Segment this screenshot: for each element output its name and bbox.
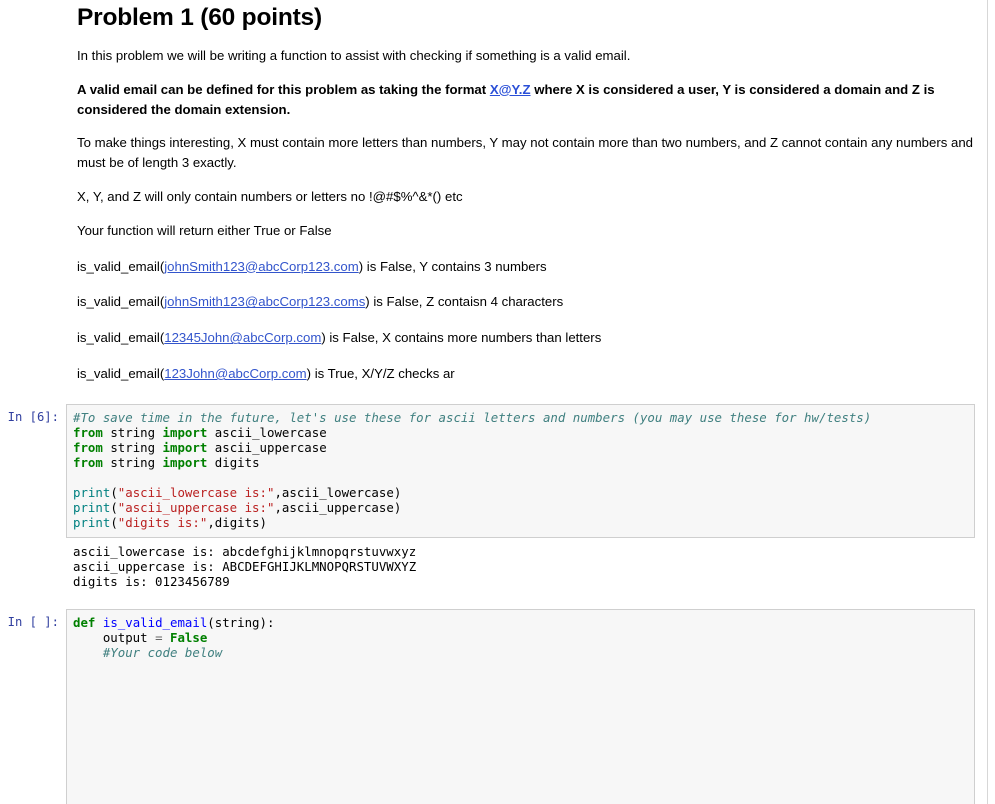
intro-paragraph: In this problem we will be writing a fun… bbox=[77, 48, 631, 63]
string-literal: "ascii_uppercase is:" bbox=[117, 500, 275, 516]
code-comment: #Your code below bbox=[102, 644, 223, 660]
keyword-from: from bbox=[73, 455, 103, 471]
module-name: string bbox=[110, 455, 156, 471]
page-title: Problem 1 (60 points) bbox=[77, 4, 322, 31]
keyword-import: import bbox=[162, 455, 208, 471]
code-line: print("ascii_lowercase is:",ascii_lowerc… bbox=[73, 485, 402, 501]
code-cell-1[interactable]: In [6]: #To save time in the future, let… bbox=[0, 403, 987, 538]
variable-output: output bbox=[102, 629, 148, 645]
example-email-link[interactable]: johnSmith123@abcCorp123.com bbox=[164, 259, 358, 274]
identifier: ascii_uppercase bbox=[281, 500, 394, 516]
imported-name: ascii_uppercase bbox=[214, 439, 327, 455]
return-rule-paragraph: Your function will return either True or… bbox=[77, 222, 332, 238]
definition-paragraph: A valid email can be defined for this pr… bbox=[77, 80, 973, 120]
code-line: print("ascii_uppercase is:",ascii_upperc… bbox=[73, 500, 402, 516]
code-line: output = False bbox=[73, 630, 970, 645]
imported-name: digits bbox=[214, 455, 260, 471]
example-line: is_valid_email(johnSmith123@abcCorp123.c… bbox=[77, 292, 973, 312]
page-right-divider bbox=[987, 0, 988, 804]
input-prompt-1: In [6]: bbox=[7, 409, 59, 424]
code-comment: #To save time in the future, let's use t… bbox=[73, 409, 872, 425]
charset-rule-paragraph: X, Y, and Z will only contain numbers or… bbox=[77, 188, 463, 204]
output-line: ascii_lowercase is: abcdefghijklmnopqrst… bbox=[73, 543, 417, 559]
keyword-import: import bbox=[162, 424, 208, 440]
module-name: string bbox=[110, 424, 156, 440]
definition-text-before: A valid email can be defined for this pr… bbox=[77, 81, 490, 97]
assign-operator: = bbox=[155, 629, 163, 645]
example-prefix: is_valid_email( bbox=[77, 294, 165, 310]
module-name: string bbox=[110, 439, 156, 455]
notebook-container: Problem 1 (60 points) In this problem we… bbox=[0, 0, 987, 804]
string-literal: "ascii_lowercase is:" bbox=[117, 485, 275, 501]
code-editor-1[interactable]: #To save time in the future, let's use t… bbox=[66, 403, 975, 538]
identifier: digits bbox=[214, 515, 260, 531]
example-suffix: ) is False, Z contaisn 4 characters bbox=[365, 294, 564, 310]
code-editor-2[interactable]: def is_valid_email(string): output = Fal… bbox=[66, 608, 975, 804]
input-prompt-2: In [ ]: bbox=[7, 614, 59, 629]
keyword-import: import bbox=[162, 439, 208, 455]
example-prefix: is_valid_email( bbox=[77, 365, 165, 381]
keyword-from: from bbox=[73, 424, 103, 440]
example-email-link[interactable]: johnSmith123@abcCorp123.coms bbox=[164, 294, 365, 309]
code-line: from string import digits bbox=[73, 455, 970, 470]
example-line: is_valid_email(johnSmith123@abcCorp123.c… bbox=[77, 257, 973, 277]
example-suffix: ) is True, X/Y/Z checks ar bbox=[306, 365, 455, 381]
builtin-print: print bbox=[73, 500, 111, 516]
output-line: digits is: 0123456789 bbox=[73, 573, 230, 589]
example-email-link[interactable]: 12345John@abcCorp.com bbox=[164, 330, 321, 345]
keyword-false: False bbox=[170, 629, 208, 645]
code-line: def is_valid_email(string): bbox=[73, 615, 970, 630]
builtin-print: print bbox=[73, 485, 111, 501]
example-suffix: ) is False, Y contains 3 numbers bbox=[358, 258, 547, 274]
identifier: ascii_lowercase bbox=[281, 485, 394, 501]
example-line: is_valid_email(12345John@abcCorp.com) is… bbox=[77, 328, 973, 348]
code-line: from string import ascii_lowercase bbox=[73, 425, 970, 440]
code-cell-2[interactable]: In [ ]: def is_valid_email(string): outp… bbox=[0, 608, 987, 804]
code-line: print("digits is:",digits) bbox=[73, 515, 268, 531]
function-params: (string): bbox=[207, 614, 275, 630]
notebook-page: Problem 1 (60 points) In this problem we… bbox=[0, 0, 995, 804]
function-name: is_valid_email bbox=[102, 614, 208, 630]
output-line: ascii_uppercase is: ABCDEFGHIJKLMNOPQRST… bbox=[73, 558, 417, 574]
keyword-def: def bbox=[73, 614, 96, 630]
markdown-cell[interactable]: Problem 1 (60 points) In this problem we… bbox=[0, 0, 987, 384]
keyword-from: from bbox=[73, 439, 103, 455]
format-link[interactable]: X@Y.Z bbox=[490, 82, 531, 97]
output-cell-1: ascii_lowercase is: abcdefghijklmnopqrst… bbox=[0, 543, 987, 589]
output-area-1: ascii_lowercase is: abcdefghijklmnopqrst… bbox=[66, 543, 987, 589]
example-prefix: is_valid_email( bbox=[77, 330, 165, 346]
example-email-link[interactable]: 123John@abcCorp.com bbox=[164, 366, 306, 381]
code-line: #Your code below bbox=[73, 645, 970, 660]
example-prefix: is_valid_email( bbox=[77, 258, 165, 274]
example-suffix: ) is False, X contains more numbers than… bbox=[321, 330, 602, 346]
example-line: is_valid_email(123John@abcCorp.com) is T… bbox=[77, 364, 973, 384]
constraints-paragraph: To make things interesting, X must conta… bbox=[77, 135, 974, 171]
code-line: from string import ascii_uppercase bbox=[73, 440, 970, 455]
code-line: #To save time in the future, let's use t… bbox=[73, 410, 970, 425]
string-literal: "digits is:" bbox=[117, 515, 208, 531]
imported-name: ascii_lowercase bbox=[214, 424, 327, 440]
builtin-print: print bbox=[73, 515, 111, 531]
